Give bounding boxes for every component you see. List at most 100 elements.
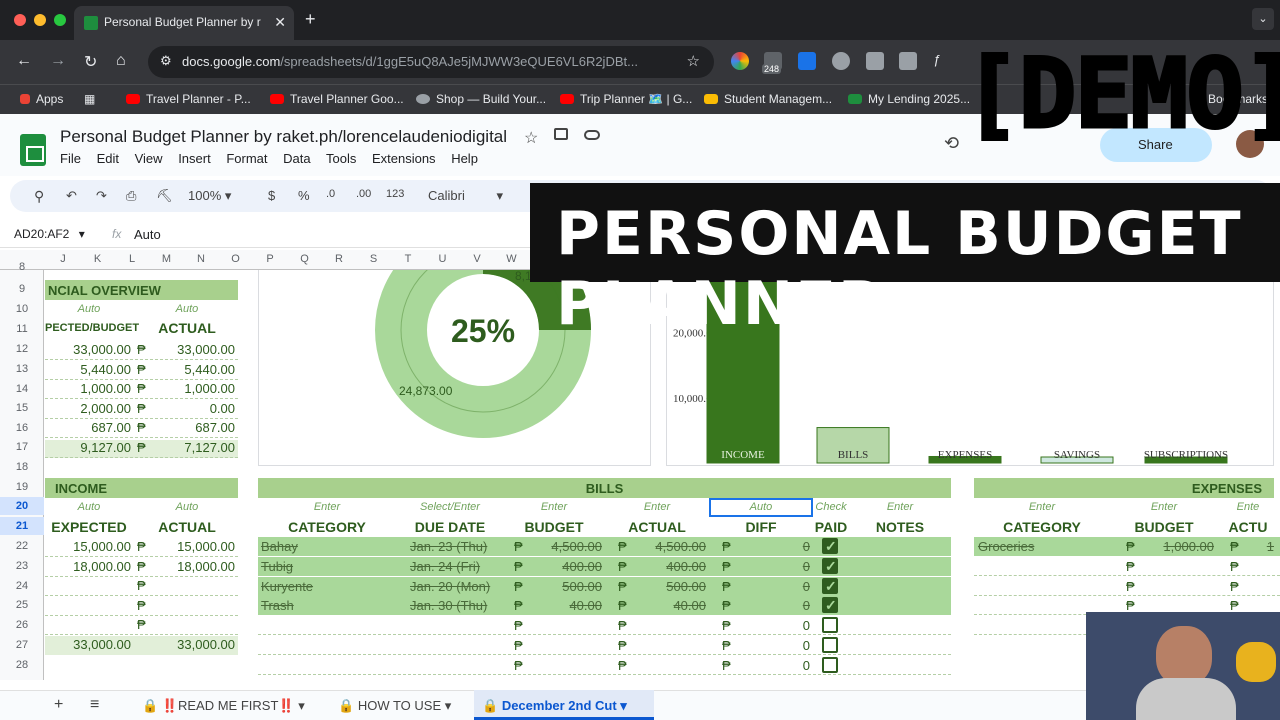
column-header-u[interactable]: U bbox=[426, 253, 460, 265]
extension-download-icon[interactable] bbox=[798, 52, 816, 70]
browser-tab[interactable]: Personal Budget Planner by r ✕ bbox=[74, 6, 294, 40]
close-window-icon[interactable] bbox=[14, 14, 26, 26]
back-arrow-icon[interactable]: ← bbox=[16, 52, 32, 70]
column-header-l[interactable]: L bbox=[115, 253, 149, 265]
paid-checkbox-2[interactable] bbox=[822, 578, 838, 595]
row-header-10[interactable]: 10 bbox=[0, 300, 44, 318]
bills-budget-0[interactable]: 4,500.00 bbox=[530, 539, 602, 554]
income-actual-0[interactable]: 15,000.00 bbox=[150, 539, 235, 554]
print-icon[interactable]: ⎙ bbox=[126, 188, 136, 204]
url-bar[interactable]: ⚙ docs.google.com/spreadsheets/d/1ggE5uQ… bbox=[148, 46, 714, 78]
undo-icon[interactable]: ↶ bbox=[66, 188, 77, 204]
expenses-row-category[interactable]: Groceries bbox=[978, 539, 1034, 554]
bills-budget-3[interactable]: 40.00 bbox=[530, 598, 602, 613]
bills-due-date-3[interactable]: Jan. 30 (Thu) bbox=[410, 598, 487, 613]
decrease-decimal-button[interactable]: .0 bbox=[326, 188, 335, 200]
search-menus-icon[interactable]: ⚲ bbox=[34, 188, 44, 205]
menu-file[interactable]: File bbox=[60, 151, 81, 166]
paid-checkbox-4[interactable] bbox=[822, 617, 838, 633]
menu-extensions[interactable]: Extensions bbox=[372, 151, 436, 166]
extension-color-icon[interactable] bbox=[731, 52, 749, 70]
expenses-row-actual[interactable]: 1 bbox=[1246, 539, 1274, 554]
row-header-14[interactable]: 14 bbox=[0, 380, 44, 398]
sheet-tab-how-to-use[interactable]: 🔒 HOW TO USE ▾ bbox=[338, 698, 451, 714]
extension-screenshot-icon[interactable] bbox=[866, 52, 884, 70]
bills-actual-1[interactable]: 400.00 bbox=[634, 559, 706, 574]
row-header-19[interactable]: 19 bbox=[0, 478, 44, 496]
extension-captions-icon[interactable] bbox=[899, 52, 917, 70]
row-header-23[interactable]: 23 bbox=[0, 557, 44, 575]
row-header-25[interactable]: 25 bbox=[0, 596, 44, 614]
tab-search-icon[interactable]: ⌄ bbox=[1252, 8, 1274, 30]
forward-arrow-icon[interactable]: → bbox=[50, 52, 66, 70]
column-header-q[interactable]: Q bbox=[288, 253, 322, 265]
maximize-window-icon[interactable] bbox=[54, 14, 66, 26]
reload-icon[interactable]: ↻ bbox=[84, 52, 97, 72]
row-header-20[interactable]: 20 bbox=[0, 497, 44, 515]
row-header-22[interactable]: 22 bbox=[0, 537, 44, 555]
column-header-o[interactable]: O bbox=[219, 253, 253, 265]
add-sheet-icon[interactable]: + bbox=[54, 696, 63, 714]
bills-budget-2[interactable]: 500.00 bbox=[530, 579, 602, 594]
row-header-15[interactable]: 15 bbox=[0, 399, 44, 417]
close-tab-icon[interactable]: ✕ bbox=[274, 14, 286, 31]
home-icon[interactable]: ⌂ bbox=[116, 52, 126, 70]
new-tab-icon[interactable]: + bbox=[305, 9, 316, 30]
bills-actual-0[interactable]: 4,500.00 bbox=[634, 539, 706, 554]
star-icon[interactable]: ☆ bbox=[524, 128, 538, 148]
row-header-8[interactable]: 8 bbox=[0, 258, 44, 276]
site-info-icon[interactable]: ⚙ bbox=[160, 53, 172, 69]
row-header-26[interactable]: 26 bbox=[0, 616, 44, 634]
currency-format-button[interactable]: $ bbox=[268, 188, 275, 203]
income-expected-1[interactable]: 18,000.00 bbox=[45, 559, 131, 574]
row-header-11[interactable]: 11 bbox=[0, 320, 44, 338]
percent-format-button[interactable]: % bbox=[298, 188, 310, 203]
row-header-16[interactable]: 16 bbox=[0, 419, 44, 437]
row-header-21[interactable]: 21 bbox=[0, 517, 44, 535]
expenses-row-budget[interactable]: 1,000.00 bbox=[1130, 539, 1214, 554]
row-header-28[interactable]: 28 bbox=[0, 656, 44, 674]
bookmark-my-lending[interactable]: My Lending 2025... bbox=[848, 92, 970, 106]
menu-insert[interactable]: Insert bbox=[178, 151, 211, 166]
bills-due-date-0[interactable]: Jan. 23 (Thu) bbox=[410, 539, 487, 554]
version-history-icon[interactable]: ⟲ bbox=[944, 133, 959, 154]
bills-category-3[interactable]: Trash bbox=[261, 598, 294, 613]
bills-category-1[interactable]: Tubig bbox=[261, 559, 293, 574]
redo-icon[interactable]: ↷ bbox=[96, 188, 107, 204]
income-actual-1[interactable]: 18,000.00 bbox=[150, 559, 235, 574]
menu-format[interactable]: Format bbox=[226, 151, 267, 166]
grid-icon[interactable]: ▦ bbox=[84, 92, 95, 106]
bills-due-date-2[interactable]: Jan. 20 (Mon) bbox=[410, 579, 490, 594]
selected-cell-range[interactable] bbox=[709, 498, 813, 517]
column-header-s[interactable]: S bbox=[357, 253, 391, 265]
bookmark-travel-planner-goo[interactable]: Travel Planner Goo... bbox=[270, 92, 404, 106]
bookmark-travel-planner[interactable]: Travel Planner - P... bbox=[126, 92, 251, 106]
column-header-t[interactable]: T bbox=[391, 253, 425, 265]
document-title[interactable]: Personal Budget Planner by raket.ph/lore… bbox=[60, 127, 507, 147]
zoom-select[interactable]: 100% ▾ bbox=[188, 188, 231, 204]
row-header-9[interactable]: 9 bbox=[0, 280, 44, 298]
paid-checkbox-6[interactable] bbox=[822, 657, 838, 673]
bookmark-trip-planner[interactable]: Trip Planner 🗺️ | G... bbox=[560, 92, 692, 106]
income-expected-0[interactable]: 15,000.00 bbox=[45, 539, 131, 554]
menu-tools[interactable]: Tools bbox=[326, 151, 356, 166]
column-header-n[interactable]: N bbox=[184, 253, 218, 265]
paid-checkbox-1[interactable] bbox=[822, 558, 838, 575]
column-header-j[interactable]: J bbox=[46, 253, 80, 265]
extension-camera-icon[interactable] bbox=[832, 52, 850, 70]
minimize-window-icon[interactable] bbox=[34, 14, 46, 26]
bookmark-apps[interactable]: Apps bbox=[20, 92, 63, 106]
bills-category-0[interactable]: Bahay bbox=[261, 539, 298, 554]
bills-category-2[interactable]: Kuryente bbox=[261, 579, 313, 594]
bills-actual-2[interactable]: 500.00 bbox=[634, 579, 706, 594]
paid-checkbox-5[interactable] bbox=[822, 637, 838, 653]
menu-data[interactable]: Data bbox=[283, 151, 310, 166]
sheet-tab-read-me[interactable]: 🔒 ‼️READ ME FIRST‼️ ▾ bbox=[142, 698, 305, 714]
paid-checkbox-0[interactable] bbox=[822, 538, 838, 555]
bookmark-star-icon[interactable]: ☆ bbox=[687, 52, 700, 70]
paid-checkbox-3[interactable] bbox=[822, 597, 838, 614]
sheets-logo-icon[interactable] bbox=[20, 134, 46, 166]
column-header-r[interactable]: R bbox=[322, 253, 356, 265]
menu-view[interactable]: View bbox=[135, 151, 163, 166]
bookmark-student-management[interactable]: Student Managem... bbox=[704, 92, 832, 106]
